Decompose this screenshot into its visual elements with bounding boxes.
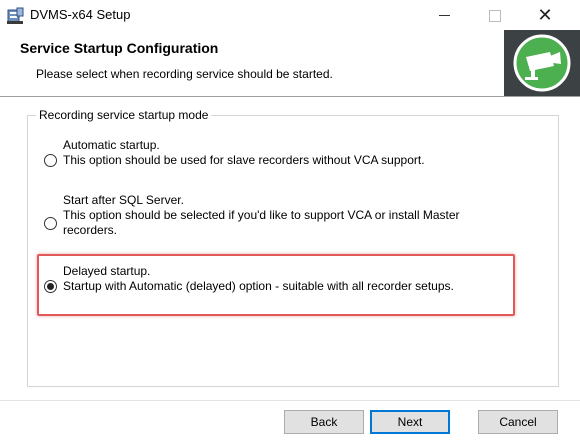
cancel-button[interactable]: Cancel xyxy=(478,410,558,434)
camera-icon xyxy=(513,34,571,92)
maximize-button xyxy=(472,0,518,30)
header-divider-highlight xyxy=(0,97,580,98)
maximize-icon xyxy=(489,10,501,22)
option-title: Automatic startup. xyxy=(63,138,160,152)
back-button[interactable]: Back xyxy=(284,410,364,434)
logo xyxy=(504,30,580,96)
installer-icon xyxy=(7,7,24,24)
page-title: Service Startup Configuration xyxy=(20,40,219,56)
option-description: This option should be selected if you'd … xyxy=(63,208,460,237)
page-subtitle: Please select when recording service sho… xyxy=(36,67,333,81)
group-legend: Recording service startup mode xyxy=(36,108,212,122)
wizard-header: Service Startup Configuration Please sel… xyxy=(0,30,580,96)
close-button[interactable]: ✕ xyxy=(522,0,568,30)
window-title: DVMS-x64 Setup xyxy=(30,7,131,22)
close-icon: ✕ xyxy=(537,5,553,25)
title-bar: DVMS-x64 Setup ✕ xyxy=(0,0,580,30)
option-description: This option should be used for slave rec… xyxy=(63,153,425,167)
minimize-button[interactable] xyxy=(422,0,468,30)
footer-divider xyxy=(0,400,580,401)
radio-automatic[interactable] xyxy=(44,154,57,167)
radio-after-sql[interactable] xyxy=(44,217,57,230)
highlight-annotation xyxy=(37,254,515,316)
minimize-icon xyxy=(439,15,450,16)
next-button[interactable]: Next xyxy=(370,410,450,434)
option-title: Start after SQL Server. xyxy=(63,193,184,207)
